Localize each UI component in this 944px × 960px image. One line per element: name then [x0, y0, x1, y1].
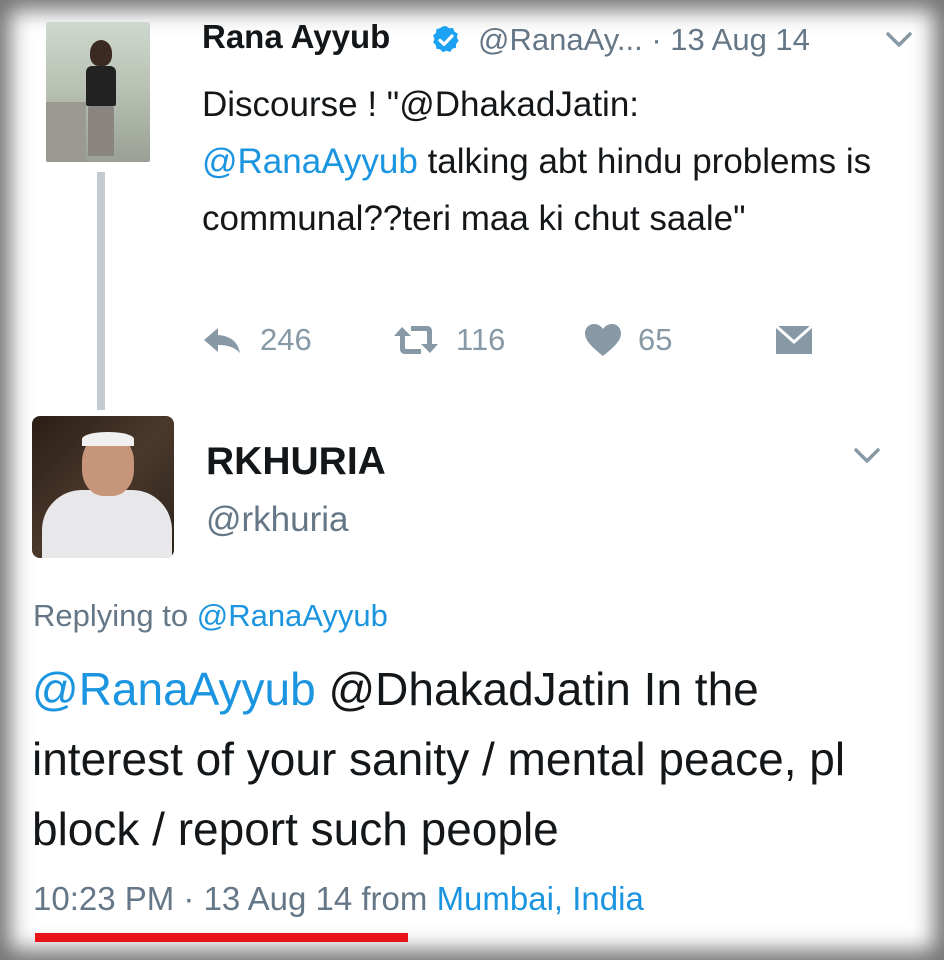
reply-tweet-text: @RanaAyyub @DhakadJatin In the interest …: [32, 654, 922, 864]
thread-connector-line: [97, 172, 105, 410]
reply-icon: [204, 328, 240, 353]
parent-tweet-text: Discourse ! "@DhakadJatin: @RanaAyyub ta…: [202, 76, 902, 247]
tweet-timestamp[interactable]: 10:23 PM · 13 Aug 14 from: [33, 880, 437, 917]
parent-author-name[interactable]: Rana Ayyub: [202, 18, 390, 56]
retweet-action[interactable]: 116: [392, 316, 505, 364]
replying-to-label: Replying to: [33, 598, 197, 633]
avatar-rkhuria[interactable]: [32, 416, 174, 558]
like-action[interactable]: 65: [584, 316, 672, 364]
like-icon: [585, 324, 621, 356]
chevron-down-icon[interactable]: [884, 30, 914, 50]
like-count: 65: [638, 322, 673, 357]
parent-text-prefix: Discourse ! "@DhakadJatin:: [202, 85, 640, 124]
reply-action[interactable]: 246: [200, 316, 312, 364]
red-underline-annotation: [35, 933, 408, 942]
direct-message-icon: [775, 324, 813, 354]
avatar-rana-ayyub[interactable]: [46, 22, 150, 162]
parent-mention-link[interactable]: @RanaAyyub: [202, 142, 418, 181]
tweet-timestamp-location: 10:23 PM · 13 Aug 14 from Mumbai, India: [33, 880, 644, 918]
retweet-icon: [394, 326, 438, 354]
tweet-location-link[interactable]: Mumbai, India: [437, 880, 644, 917]
reply-author-name[interactable]: RKHURIA: [206, 440, 386, 484]
reply-count: 246: [260, 322, 312, 357]
chevron-down-icon[interactable]: [852, 446, 882, 466]
replying-to-line: Replying to @RanaAyyub: [33, 598, 388, 634]
parent-author-handle-date: @RanaAy... · 13 Aug 14: [478, 22, 810, 57]
direct-message-action[interactable]: [774, 316, 814, 364]
reply-author-handle[interactable]: @rkhuria: [206, 500, 349, 540]
verified-badge-icon: [433, 26, 459, 53]
replying-to-link[interactable]: @RanaAyyub: [197, 598, 388, 633]
reply-mention-link[interactable]: @RanaAyyub: [32, 663, 316, 715]
retweet-count: 116: [456, 322, 506, 357]
screenshot-frame: Rana Ayyub @RanaAy... · 13 Aug 14 Discou…: [0, 0, 944, 960]
tweet-thread: Rana Ayyub @RanaAy... · 13 Aug 14 Discou…: [0, 0, 944, 960]
